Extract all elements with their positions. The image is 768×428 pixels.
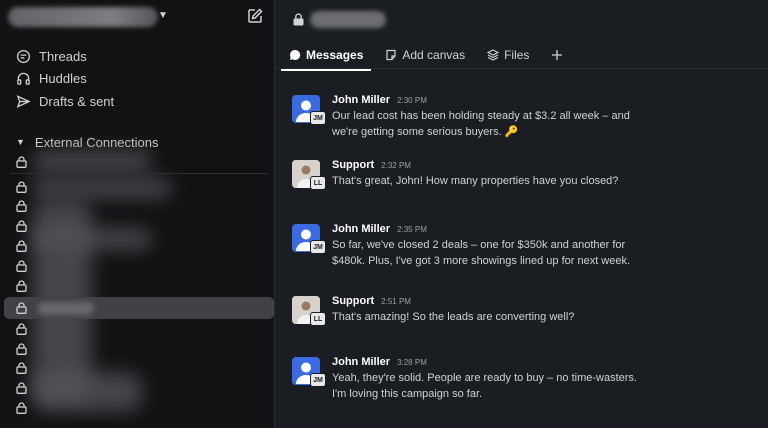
- message-author[interactable]: John Miller: [332, 223, 390, 235]
- section-external-connections[interactable]: ▼ External Connections: [16, 133, 159, 151]
- send-icon: [16, 94, 31, 108]
- tab-add-canvas[interactable]: Add canvas: [383, 43, 467, 67]
- channel-item[interactable]: [4, 339, 274, 359]
- lock-icon: [16, 343, 27, 355]
- channel-item[interactable]: [4, 358, 274, 378]
- threads-icon: [16, 49, 31, 63]
- channel-pane: Messages Add canvas Files JM John Miller…: [275, 0, 768, 428]
- avatar-badge: JM: [310, 373, 326, 387]
- avatar-badge: JM: [310, 240, 326, 254]
- divider: [10, 173, 268, 174]
- caret-down-icon[interactable]: ▼: [16, 137, 25, 147]
- plus-icon: [552, 50, 563, 60]
- message-author[interactable]: Support: [332, 159, 374, 171]
- channel-item-active[interactable]: [4, 297, 274, 319]
- channel-item[interactable]: [4, 152, 274, 172]
- message-author[interactable]: John Miller: [332, 94, 390, 106]
- message-time[interactable]: 2:32 PM: [381, 161, 411, 170]
- sidebar-item-drafts[interactable]: Drafts & sent: [16, 91, 114, 111]
- channel-item[interactable]: [4, 177, 274, 197]
- channel-name-redacted: [38, 302, 94, 315]
- canvas-icon: [386, 49, 396, 61]
- lock-icon: [16, 220, 27, 232]
- tab-files[interactable]: Files: [485, 43, 531, 67]
- channel-item[interactable]: [4, 398, 274, 418]
- lock-icon: [16, 280, 27, 292]
- lock-icon: [16, 402, 27, 414]
- lock-icon: [293, 12, 304, 25]
- lock-icon: [16, 181, 27, 193]
- lock-icon: [16, 323, 27, 335]
- channel-item[interactable]: [4, 236, 274, 256]
- lock-icon: [16, 362, 27, 374]
- tab-label: Add canvas: [402, 48, 466, 62]
- section-title: External Connections: [34, 134, 159, 150]
- tab-messages[interactable]: Messages: [280, 43, 372, 71]
- lock-icon: [16, 156, 27, 168]
- channel-item[interactable]: [4, 196, 274, 216]
- lock-icon: [16, 260, 27, 272]
- channel-item[interactable]: [4, 378, 274, 398]
- avatar-badge: LL: [310, 312, 326, 326]
- message-icon: [290, 49, 301, 60]
- message-text: That's amazing! So the leads are convert…: [332, 311, 575, 323]
- channel-tabs: Messages Add canvas Files: [280, 42, 565, 71]
- message-text: Yeah, they're solid. People are ready to…: [332, 372, 637, 400]
- chevron-down-icon[interactable]: ▼: [158, 10, 168, 21]
- channel-item[interactable]: [4, 256, 274, 276]
- sidebar-item-label: Threads: [39, 48, 87, 64]
- sidebar: ▼ Threads Huddles Drafts & sent ▼ Extern…: [0, 0, 275, 428]
- lock-icon: [16, 302, 27, 314]
- lock-icon: [16, 240, 27, 252]
- message-text: Our lead cost has been holding steady at…: [332, 110, 630, 138]
- message-time[interactable]: 2:51 PM: [381, 297, 411, 306]
- message-author[interactable]: John Miller: [332, 356, 390, 368]
- tabs-divider: [275, 68, 768, 69]
- message-time[interactable]: 3:28 PM: [397, 358, 427, 367]
- avatar-badge: LL: [310, 176, 326, 190]
- sidebar-item-threads[interactable]: Threads: [16, 46, 87, 66]
- files-icon: [487, 49, 500, 61]
- tab-label: Messages: [306, 48, 364, 62]
- channel-header[interactable]: [293, 8, 386, 30]
- message-author[interactable]: Support: [332, 295, 374, 307]
- add-tab-button[interactable]: [549, 43, 565, 67]
- sidebar-item-label: Huddles: [39, 70, 87, 86]
- workspace-header[interactable]: ▼: [8, 4, 270, 30]
- message-text: So far, we've closed 2 deals – one for $…: [332, 239, 631, 267]
- message-text: That's great, John! How many properties …: [332, 175, 619, 187]
- message-time[interactable]: 2:30 PM: [397, 96, 427, 105]
- tab-label: Files: [504, 48, 530, 62]
- lock-icon: [16, 382, 27, 394]
- sidebar-item-label: Drafts & sent: [39, 93, 115, 109]
- workspace-name-redacted: [8, 7, 158, 27]
- lock-icon: [16, 200, 27, 212]
- channel-item[interactable]: [4, 319, 274, 339]
- message-time[interactable]: 2:35 PM: [397, 225, 427, 234]
- channel-name-redacted: [310, 10, 386, 28]
- channel-item[interactable]: [4, 276, 274, 296]
- sidebar-item-huddles[interactable]: Huddles: [16, 68, 87, 88]
- compose-icon[interactable]: [246, 7, 264, 25]
- channel-item[interactable]: [4, 216, 274, 236]
- avatar-badge: JM: [310, 111, 326, 125]
- headphones-icon: [17, 72, 30, 85]
